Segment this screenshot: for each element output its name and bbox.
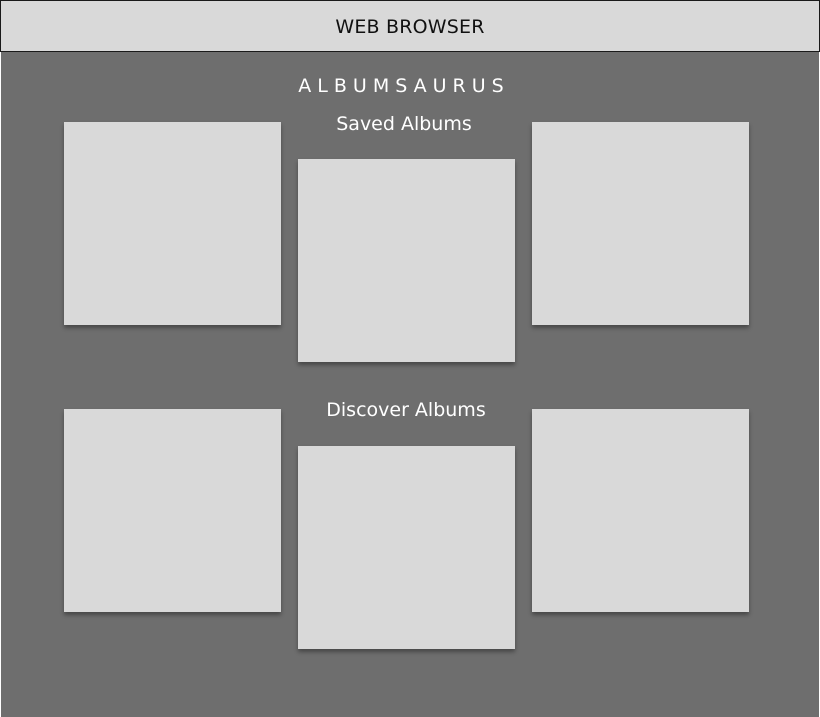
saved-album-card-3[interactable] bbox=[532, 122, 749, 325]
saved-album-card-1[interactable] bbox=[64, 122, 281, 325]
discover-album-card-2[interactable] bbox=[298, 446, 515, 649]
discover-album-card-1[interactable] bbox=[64, 409, 281, 612]
browser-bar: WEB BROWSER bbox=[0, 0, 820, 52]
saved-album-card-2[interactable] bbox=[298, 159, 515, 362]
browser-bar-label: WEB BROWSER bbox=[335, 15, 485, 38]
app-title: ALBUMSAURUS bbox=[298, 75, 510, 97]
discover-album-card-3[interactable] bbox=[532, 409, 749, 612]
page-body: ALBUMSAURUS Saved Albums Discover Albums bbox=[1, 52, 819, 717]
